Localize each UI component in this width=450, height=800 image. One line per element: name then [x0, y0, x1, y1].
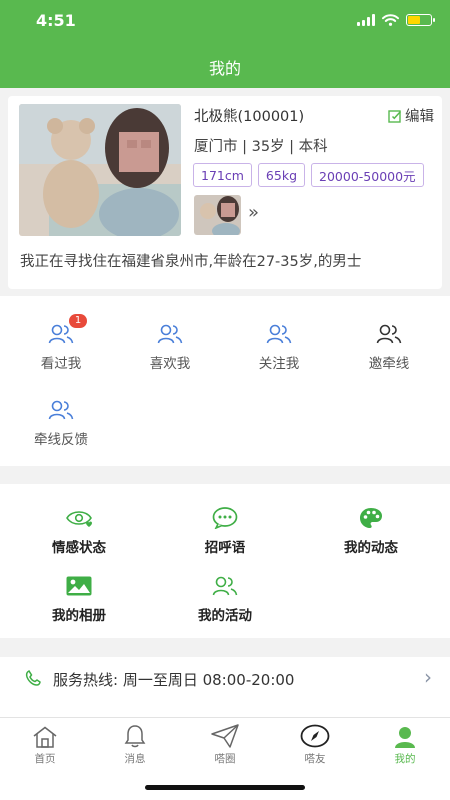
page-title: 我的 [208, 59, 241, 78]
height-tag: 171cm [193, 163, 252, 187]
my-moments-item[interactable]: 我的动态 [315, 506, 427, 556]
greeting-label: 招呼语 [204, 540, 246, 556]
tab-mine-label: 我的 [394, 753, 416, 765]
person-icon [395, 727, 415, 748]
emotion-status-item[interactable]: 情感状态 [23, 506, 135, 556]
tab-home-label: 首页 [34, 753, 56, 765]
signal-icon [357, 14, 375, 26]
invite-match-item[interactable]: 邀牵线 [333, 322, 445, 372]
viewed-me-label: 看过我 [40, 356, 82, 372]
profile-education: 本科 [298, 139, 328, 155]
tab-circle-label: 嗒圈 [214, 753, 236, 765]
viewed-me-item[interactable]: 1 看过我 [5, 314, 117, 372]
status-icons [357, 14, 435, 26]
income-tag: 20000-50000元 [311, 163, 424, 187]
more-photos-arrow[interactable]: » [248, 202, 259, 223]
wifi-icon [382, 14, 399, 26]
meta-separator: | [242, 139, 247, 155]
greeting-item[interactable]: 招呼语 [169, 506, 281, 556]
followed-me-label: 关注我 [258, 356, 300, 372]
status-time: 4:51 [36, 11, 76, 30]
tab-home[interactable]: 首页 [0, 722, 90, 766]
edit-button[interactable]: 编辑 [388, 105, 434, 126]
chevron-right-icon: › [424, 665, 432, 689]
my-activities-label: 我的活动 [198, 608, 252, 624]
users-icon [48, 400, 74, 420]
match-feedback-item[interactable]: 牵线反馈 [5, 398, 117, 448]
home-icon [33, 726, 57, 748]
liked-me-label: 喜欢我 [149, 356, 191, 372]
palette-icon [360, 508, 382, 528]
followed-me-item[interactable]: 关注我 [223, 322, 335, 372]
profile-tags: 171cm 65kg 20000-50000元 [193, 163, 424, 187]
tab-friends[interactable]: 嗒友 [270, 722, 360, 766]
users-icon [376, 324, 402, 344]
invite-match-label: 邀牵线 [368, 356, 410, 372]
my-album-item[interactable]: 我的相册 [23, 574, 135, 624]
image-icon [66, 576, 92, 596]
photo-thumbnail[interactable] [194, 195, 241, 235]
weight-tag: 65kg [257, 163, 306, 187]
my-moments-label: 我的动态 [344, 540, 398, 556]
home-indicator [145, 785, 305, 790]
interactions-section: 1 看过我 喜欢我 关注我 邀牵线 牵线反馈 [0, 296, 450, 466]
phone-icon [25, 670, 41, 686]
profile-age: 35岁 [251, 139, 285, 155]
users-icon [157, 324, 183, 344]
unread-badge: 1 [69, 314, 87, 328]
battery-icon [406, 14, 435, 26]
compass-icon [300, 724, 330, 748]
tab-mine[interactable]: 我的 [360, 722, 450, 766]
tab-messages[interactable]: 消息 [90, 722, 180, 766]
meta-separator: | [289, 139, 295, 155]
tab-friends-label: 嗒友 [304, 753, 326, 765]
tab-circle[interactable]: 嗒圈 [180, 722, 270, 766]
profile-card[interactable]: 北极熊(100001) 编辑 厦门市 | 35岁 | 本科 171cm 65kg… [8, 96, 442, 289]
eye-heart-icon [66, 511, 92, 527]
users-icon [212, 576, 238, 596]
hotline-text: 服务热线: 周一至周日 08:00-20:00 [53, 671, 295, 689]
edit-label: 编辑 [405, 109, 434, 125]
my-activities-item[interactable]: 我的活动 [169, 574, 281, 624]
chat-bubble-icon [212, 507, 238, 529]
profile-intro: 我正在寻找住在福建省泉州市,年龄在27-35岁,的男士 [20, 254, 362, 270]
profile-photo[interactable] [19, 104, 181, 236]
profile-meta: 厦门市 | 35岁 | 本科 [194, 135, 328, 156]
tab-messages-label: 消息 [124, 753, 146, 765]
edit-icon [388, 109, 402, 123]
my-album-label: 我的相册 [52, 608, 106, 624]
bell-icon [124, 725, 146, 748]
features-section: 情感状态 招呼语 我的动态 我的相册 我的活动 [0, 484, 450, 638]
liked-me-item[interactable]: 喜欢我 [114, 322, 226, 372]
profile-location: 厦门市 [194, 139, 238, 155]
match-feedback-label: 牵线反馈 [34, 432, 88, 448]
emotion-status-label: 情感状态 [52, 540, 106, 556]
app-header: 4:51 我的 [0, 0, 450, 88]
paper-plane-icon [211, 724, 239, 748]
users-icon [266, 324, 292, 344]
service-hotline-row[interactable]: 服务热线: 周一至周日 08:00-20:00 › [0, 657, 450, 717]
profile-name: 北极熊(100001) [194, 109, 305, 125]
users-icon [48, 324, 74, 344]
